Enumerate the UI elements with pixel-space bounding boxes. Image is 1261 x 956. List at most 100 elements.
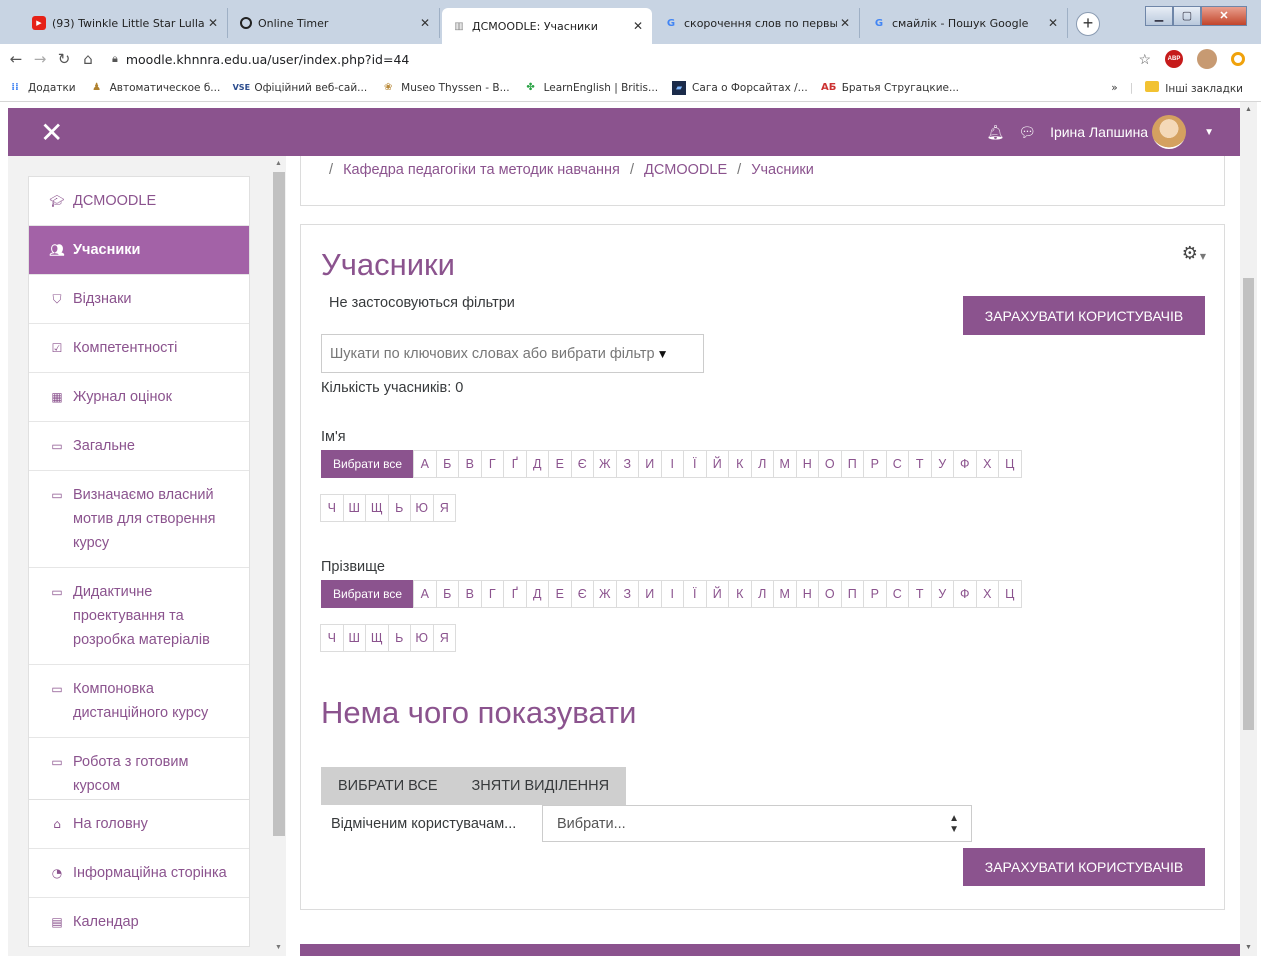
firstname-initial-letter[interactable]: Ц: [998, 450, 1022, 478]
forward-icon[interactable]: →: [28, 50, 52, 68]
firstname-initial-letter[interactable]: М: [773, 450, 797, 478]
firstname-initial-letter[interactable]: Ю: [410, 494, 434, 522]
scroll-up-icon[interactable]: ▲: [1245, 106, 1252, 113]
nav-item-grades[interactable]: ▦ Журнал оцінок: [29, 373, 249, 422]
lastname-initial-letter[interactable]: Б: [435, 580, 459, 608]
browser-tab-youtube[interactable]: ▶ (93) Twinkle Little Star Lullab ✕: [22, 8, 228, 38]
bookmark-item[interactable]: VSE Офіційний веб-сай...: [233, 81, 368, 95]
firstname-initial-letter[interactable]: Р: [863, 450, 887, 478]
lastname-initial-letter[interactable]: Є: [570, 580, 594, 608]
firstname-initial-letter[interactable]: Б: [435, 450, 459, 478]
profile-avatar[interactable]: [1197, 49, 1217, 69]
lastname-initial-letter[interactable]: Ї: [683, 580, 707, 608]
with-selected-select[interactable]: Вибрати... ▲ ▼: [542, 805, 972, 842]
page-scrollbar[interactable]: ▲ ▼: [1240, 102, 1257, 956]
lastname-initial-letter[interactable]: Е: [548, 580, 572, 608]
other-bookmarks[interactable]: Інші закладки: [1145, 81, 1243, 95]
bookmark-item[interactable]: ▰ Сага о Форсайтах /...: [672, 80, 808, 95]
close-tab-icon[interactable]: ✕: [1045, 16, 1061, 30]
lastname-initial-letter[interactable]: Щ: [365, 624, 389, 652]
browser-tab-google-2[interactable]: G смайлік - Пошук Google ✕: [862, 8, 1068, 38]
firstname-initial-letter[interactable]: И: [638, 450, 662, 478]
firstname-initial-letter[interactable]: Ґ: [503, 450, 527, 478]
close-tab-icon[interactable]: ✕: [837, 16, 853, 30]
back-icon[interactable]: ←: [4, 50, 28, 68]
nav-item-competencies[interactable]: ☑ Компетентності: [29, 324, 249, 373]
firstname-initial-letter[interactable]: Щ: [365, 494, 389, 522]
select-all-button[interactable]: Вибрати все: [321, 767, 455, 805]
reload-icon[interactable]: ↻: [52, 50, 76, 68]
lastname-initial-letter[interactable]: Р: [863, 580, 887, 608]
lastname-initial-letter[interactable]: Ю: [410, 624, 434, 652]
lastname-initial-letter[interactable]: К: [728, 580, 752, 608]
nav-item-home[interactable]: ⌂ На головну: [29, 800, 249, 849]
lastname-initial-letter[interactable]: Г: [480, 580, 504, 608]
scrollbar-thumb[interactable]: [1243, 278, 1254, 730]
url-field[interactable]: 🔒︎ moodle.khnnra.edu.ua/user/index.php?i…: [112, 52, 1138, 67]
lastname-initial-letter[interactable]: Н: [795, 580, 819, 608]
lastname-initial-letter[interactable]: М: [773, 580, 797, 608]
lastname-initial-letter[interactable]: Ф: [953, 580, 977, 608]
lastname-initial-letter[interactable]: Т: [908, 580, 932, 608]
user-name[interactable]: Ірина Лапшина: [1050, 124, 1148, 140]
lastname-initial-letter[interactable]: В: [458, 580, 482, 608]
lastname-initial-letter[interactable]: Л: [750, 580, 774, 608]
home-icon[interactable]: ⌂: [76, 50, 100, 68]
lastname-initial-letter[interactable]: Ц: [998, 580, 1022, 608]
user-avatar[interactable]: [1152, 115, 1187, 149]
firstname-initial-letter[interactable]: Д: [525, 450, 549, 478]
firstname-initial-letter[interactable]: Л: [750, 450, 774, 478]
firstname-initial-select-all[interactable]: Вибрати все: [321, 450, 414, 478]
firstname-initial-letter[interactable]: Н: [795, 450, 819, 478]
close-tab-icon[interactable]: ✕: [417, 16, 433, 30]
caret-down-icon[interactable]: ▼: [1204, 127, 1214, 138]
firstname-initial-letter[interactable]: Я: [432, 494, 456, 522]
firstname-initial-letter[interactable]: Е: [548, 450, 572, 478]
bookmark-item[interactable]: ♟ Автоматическое б...: [90, 81, 220, 95]
lastname-initial-letter[interactable]: І: [660, 580, 684, 608]
firstname-initial-letter[interactable]: П: [840, 450, 864, 478]
lastname-initial-letter[interactable]: Д: [525, 580, 549, 608]
bookmark-star-icon[interactable]: ☆: [1138, 51, 1151, 68]
breadcrumb-item-course[interactable]: ДСMOODLE: [644, 162, 727, 178]
scroll-up-icon[interactable]: ▲: [275, 160, 282, 167]
nav-item-participants[interactable]: 👥︎ Учасники: [29, 226, 249, 275]
firstname-initial-letter[interactable]: Ї: [683, 450, 707, 478]
lastname-initial-letter[interactable]: П: [840, 580, 864, 608]
lastname-initial-letter[interactable]: З: [615, 580, 639, 608]
firstname-initial-letter[interactable]: А: [413, 450, 437, 478]
minimize-button[interactable]: ▁: [1145, 6, 1173, 26]
firstname-initial-letter[interactable]: Т: [908, 450, 932, 478]
firstname-initial-letter[interactable]: З: [615, 450, 639, 478]
lastname-initial-letter[interactable]: А: [413, 580, 437, 608]
firstname-initial-letter[interactable]: Ш: [342, 494, 366, 522]
bookmark-item[interactable]: АБ Братья Стругацкие...: [821, 81, 959, 95]
deselect-all-button[interactable]: Зняти виділення: [454, 767, 627, 805]
lastname-initial-letter[interactable]: Ш: [342, 624, 366, 652]
firstname-initial-letter[interactable]: С: [885, 450, 909, 478]
firstname-initial-letter[interactable]: У: [930, 450, 954, 478]
close-tab-icon[interactable]: ✕: [205, 16, 221, 30]
adblock-icon[interactable]: ABP: [1165, 50, 1183, 68]
nav-item-section-2[interactable]: ▭ Дидактичне проектування та розробка ма…: [29, 568, 249, 665]
browser-tab-moodle[interactable]: ▥ ДСMOODLE: Учасники ✕: [442, 8, 652, 44]
lastname-initial-letter[interactable]: Ж: [593, 580, 617, 608]
close-drawer-icon[interactable]: ✕: [40, 116, 63, 149]
browser-tab-google-1[interactable]: G скорочення слов по первы ✕: [654, 8, 860, 38]
firstname-initial-letter[interactable]: Є: [570, 450, 594, 478]
enrol-users-button-bottom[interactable]: Зарахувати користувачів: [963, 848, 1205, 886]
settings-menu[interactable]: ⚙ ▼: [1182, 243, 1206, 264]
nav-item-badges[interactable]: ⛉ Відзнаки: [29, 275, 249, 324]
firstname-initial-letter[interactable]: Ф: [953, 450, 977, 478]
lastname-initial-letter[interactable]: Ь: [387, 624, 411, 652]
breadcrumb-item-participants[interactable]: Учасники: [751, 162, 814, 178]
extension-icon[interactable]: [1231, 52, 1245, 66]
bookmark-item[interactable]: ✤ LearnEnglish | Britis...: [524, 81, 658, 95]
browser-tab-timer[interactable]: Online Timer ✕: [230, 8, 440, 38]
firstname-initial-letter[interactable]: О: [818, 450, 842, 478]
firstname-initial-letter[interactable]: Х: [975, 450, 999, 478]
bookmark-item[interactable]: ❀ Museo Thyssen - B...: [381, 81, 510, 95]
nav-item-calendar[interactable]: ▤ Календар: [29, 898, 249, 946]
nav-item-section-general[interactable]: ▭ Загальне: [29, 422, 249, 471]
lastname-initial-letter[interactable]: У: [930, 580, 954, 608]
